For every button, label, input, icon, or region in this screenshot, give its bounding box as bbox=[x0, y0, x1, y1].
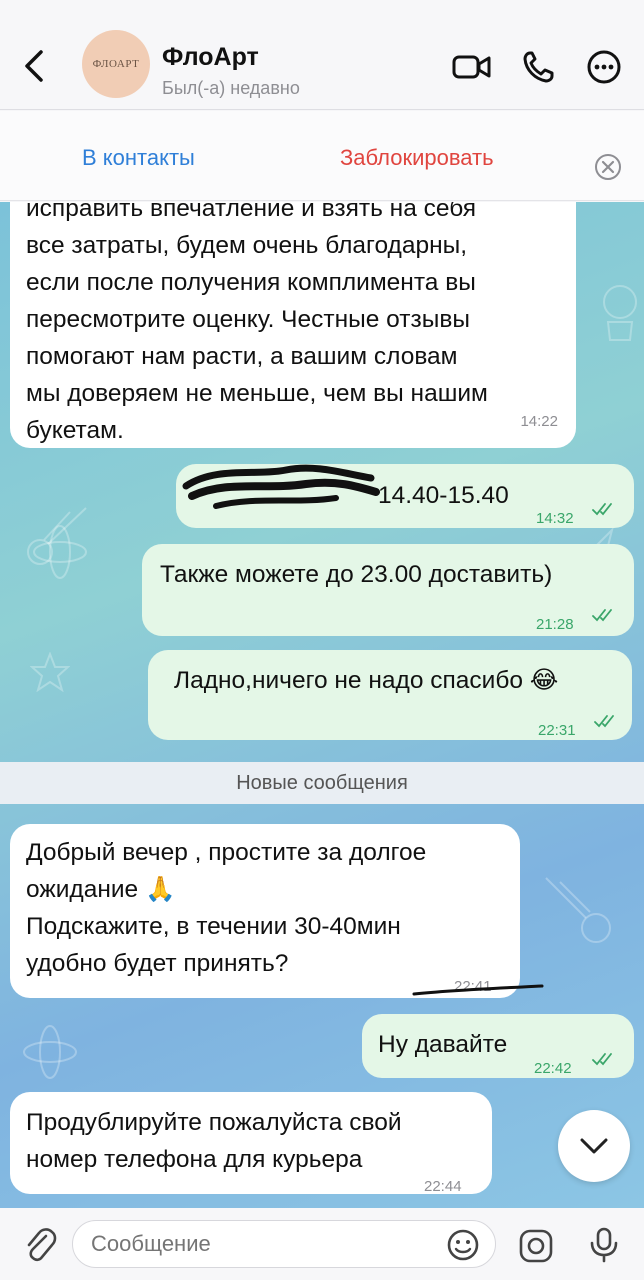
message-text: Продублируйте пожалуйста свой номер теле… bbox=[26, 1109, 402, 1173]
message-list[interactable]: исправить впечатление и взять на себя вс… bbox=[0, 202, 644, 1208]
double-check-icon bbox=[592, 503, 612, 516]
message-time: 22:31 bbox=[538, 722, 576, 739]
phone-icon bbox=[523, 51, 554, 83]
chevron-down-icon bbox=[580, 1138, 608, 1154]
doodle-atom-icon bbox=[33, 525, 87, 579]
new-messages-label: Новые сообщения bbox=[236, 771, 408, 794]
video-call-button[interactable] bbox=[452, 48, 492, 86]
message-bubble-incoming[interactable]: Продублируйте пожалуйста свой номер теле… bbox=[10, 1092, 492, 1195]
sticker-icon[interactable] bbox=[446, 1228, 480, 1262]
message-bubble-incoming[interactable]: исправить впечатление и взять на себя вс… bbox=[10, 202, 576, 448]
message-bubble-outgoing[interactable]: Ну давайте 22:42 bbox=[362, 1014, 634, 1078]
block-button[interactable]: Заблокировать bbox=[340, 145, 494, 171]
composer-bar bbox=[0, 1208, 644, 1280]
camera-icon[interactable] bbox=[518, 1228, 554, 1264]
double-check-icon bbox=[592, 609, 612, 622]
doodle-star-icon bbox=[30, 652, 70, 692]
doodle-atom-icon bbox=[23, 1025, 77, 1079]
message-text: Ну давайте bbox=[378, 1031, 508, 1058]
chat-status: Был(-а) недавно bbox=[162, 78, 300, 98]
more-icon bbox=[587, 50, 621, 84]
chat-title[interactable]: ФлоАрт bbox=[162, 43, 259, 72]
message-time: 22:42 bbox=[534, 1060, 572, 1077]
double-check-icon bbox=[594, 715, 614, 728]
chat-header: ФЛОАРТ ФлоАрт Был(-а) недавно bbox=[0, 0, 644, 110]
contact-action-bar: В контакты Заблокировать bbox=[0, 111, 644, 201]
microphone-icon[interactable] bbox=[586, 1226, 622, 1264]
double-check-icon bbox=[592, 1053, 612, 1066]
message-bubble-outgoing[interactable]: Также можете до 23.00 доставить) 21:28 bbox=[142, 544, 634, 636]
doodle-astronaut-icon bbox=[603, 285, 637, 341]
message-time: 21:28 bbox=[536, 616, 574, 633]
avatar-logo-text: ФЛОАРТ bbox=[92, 58, 140, 70]
message-time: 14:22 bbox=[520, 413, 558, 430]
message-time: 22:44 bbox=[424, 1178, 462, 1195]
message-time: 14:32 bbox=[536, 510, 574, 527]
scroll-to-bottom-button[interactable] bbox=[558, 1110, 630, 1182]
message-bubble-outgoing[interactable]: 14.40-15.40 14:32 bbox=[176, 464, 634, 528]
voice-call-button[interactable] bbox=[518, 48, 558, 86]
paperclip-icon[interactable] bbox=[20, 1226, 58, 1264]
doodle-comet-icon bbox=[545, 877, 611, 943]
message-input[interactable] bbox=[72, 1220, 496, 1268]
message-text: исправить впечатление и взять на себя вс… bbox=[26, 202, 488, 444]
message-text: Также можете до 23.00 доставить) bbox=[160, 561, 553, 588]
video-call-icon bbox=[452, 55, 491, 79]
back-chevron-icon bbox=[25, 50, 43, 82]
avatar[interactable]: ФЛОАРТ bbox=[82, 30, 150, 98]
back-button[interactable] bbox=[14, 42, 54, 90]
more-button[interactable] bbox=[584, 48, 624, 86]
message-text: Добрый вечер , простите за долгое ожидан… bbox=[26, 839, 427, 977]
message-bubble-incoming[interactable]: Добрый вечер , простите за долгое ожидан… bbox=[10, 824, 520, 998]
scribble-redaction bbox=[182, 464, 380, 509]
underline-annotation bbox=[412, 984, 544, 996]
close-circle-icon[interactable] bbox=[594, 153, 622, 181]
message-bubble-outgoing[interactable]: Ладно,ничего не надо спасибо 😂 22:31 bbox=[148, 650, 632, 740]
message-text: Ладно,ничего не надо спасибо 😂 bbox=[174, 667, 559, 694]
new-messages-divider: Новые сообщения bbox=[0, 762, 644, 804]
message-text: 14.40-15.40 bbox=[378, 482, 509, 509]
add-to-contacts-button[interactable]: В контакты bbox=[82, 145, 195, 171]
